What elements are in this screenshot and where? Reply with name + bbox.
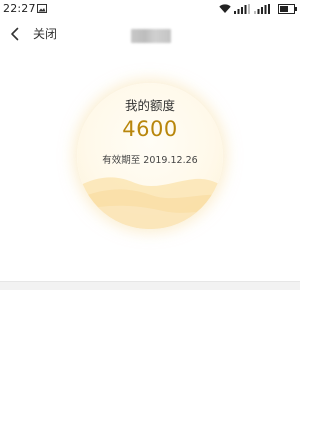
signal-icon xyxy=(254,4,270,14)
page-title xyxy=(131,29,171,43)
gallery-icon xyxy=(37,4,47,13)
signal-icon xyxy=(234,4,250,14)
section-divider xyxy=(0,281,300,290)
nav-bar: 关闭 xyxy=(0,18,300,50)
close-button[interactable]: 关闭 xyxy=(33,25,57,42)
quota-card: 我的额度 4600 有效期至 2019.12.26 xyxy=(77,83,223,229)
wifi-icon xyxy=(219,4,231,13)
quota-amount: 4600 xyxy=(122,117,178,141)
screen: 22:27 关闭 我的额度 4600 有效期至 2019.12.26 xyxy=(0,0,300,444)
quota-title: 我的额度 xyxy=(124,98,175,113)
battery-icon xyxy=(278,4,297,14)
chevron-left-icon[interactable] xyxy=(9,27,21,41)
status-time: 22:27 xyxy=(3,2,36,15)
status-bar: 22:27 xyxy=(0,0,300,18)
quota-expiry: 有效期至 2019.12.26 xyxy=(102,155,198,166)
